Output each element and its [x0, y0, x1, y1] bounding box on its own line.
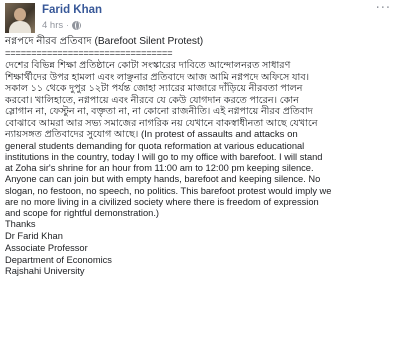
post-timestamp[interactable]: 4 hrs — [42, 20, 63, 31]
public-audience-icon[interactable] — [71, 20, 81, 30]
english-text-line: at Zoha sir's shrine for an hour from 11… — [5, 163, 314, 174]
post-title-line: নগ্নপদে নীরব প্রতিবাদ (Barefoot Silent P… — [5, 36, 204, 47]
avatar-head — [14, 8, 26, 21]
separator-rule: ================================ — [5, 48, 173, 58]
bangla-text-line: দেশের বিভিন্ন শিক্ষা প্রতিষ্ঠানে কোটা সং… — [5, 60, 291, 72]
signature-university: Rajshahi University — [5, 266, 85, 277]
english-text-line: are no more living in a civilized societ… — [5, 196, 319, 207]
bangla-text-line: করবো। খালিহাতে, নগ্নপায়ে এবং নীরবে যে ক… — [5, 94, 299, 106]
signature-name: Dr Farid Khan — [5, 230, 63, 241]
bangla-text-line: স্লোগান না, ফেস্টুন না, বক্তৃতা না, না ক… — [5, 106, 313, 118]
signature-position: Associate Professor — [5, 242, 88, 253]
post-body: নগ্নপদে নীরব প্রতিবাদ (Barefoot Silent P… — [5, 36, 395, 278]
signature-department: Department of Economics — [5, 254, 112, 265]
facebook-post: Farid Khan 4 hrs · ··· নগ্নপদে নীরব প্রত… — [0, 0, 399, 362]
bangla-text-line: শিক্ষার্থীদের উপর হামলা এবং লাঞ্ছনার প্র… — [5, 71, 310, 83]
avatar-body — [9, 21, 31, 33]
bangla-text-line: ন্যায়সঙ্গত প্রতিবাদের সুযোগ আছে। (In pr… — [5, 129, 298, 141]
author-name-link[interactable]: Farid Khan — [42, 4, 102, 16]
english-text-line: slogan, no festoon, no speech, no politi… — [5, 185, 332, 196]
meta-separator: · — [66, 20, 69, 30]
post-meta: 4 hrs · — [42, 19, 81, 31]
more-options-icon[interactable]: ··· — [376, 2, 391, 15]
author-avatar[interactable] — [5, 3, 35, 33]
signature-thanks: Thanks — [5, 219, 36, 230]
english-text-line: institutions in the country, today I wil… — [5, 151, 323, 162]
english-text-line: and scope for rightful demonstration.) — [5, 207, 159, 218]
bangla-text-line: সকাল ১১ থেকে দুপুর ১২টা পর্যন্ত জোহা স্য… — [5, 83, 303, 95]
english-text-line: Anyone can can join but with empty hands… — [5, 174, 321, 185]
english-text-line: general students demanding for quota ref… — [5, 140, 305, 151]
bangla-text-line: বোঝাবে আমরা আর সভ্য সমাজের নাগরিক নয় যে… — [5, 117, 318, 129]
